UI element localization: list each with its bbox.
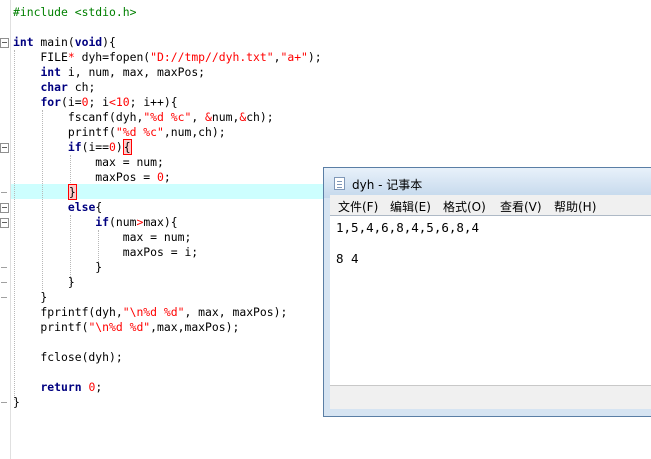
notepad-line-2: 8 4 xyxy=(336,251,359,266)
code-line-4: FILE* dyh=fopen("D://tmp//dyh.txt","a+")… xyxy=(13,50,322,64)
code-line-17: maxPos = i; xyxy=(13,245,199,259)
fold-minus-icon[interactable] xyxy=(0,38,9,48)
code-line-18: } xyxy=(13,260,103,274)
code-line-6: char ch; xyxy=(40,80,96,94)
fold-end-mark xyxy=(1,282,7,283)
code-line-7: for(i=0; i<10; i++){ xyxy=(40,95,178,109)
code-line-14: else{ xyxy=(67,200,103,214)
code-line-24: fclose(dyh); xyxy=(13,350,123,364)
fold-end-mark xyxy=(1,402,7,403)
menu-format[interactable]: 格式(O) xyxy=(443,198,486,215)
menu-help[interactable]: 帮助(H) xyxy=(554,198,596,215)
notepad-icon xyxy=(334,177,345,190)
code-line-20: } xyxy=(13,290,48,304)
code-line-5: int i, num, max, maxPos; xyxy=(40,65,206,79)
code-line-22: printf("\n%d %d",max,maxPos); xyxy=(13,320,240,334)
fold-minus-icon[interactable] xyxy=(0,203,9,213)
code-line-16: max = num; xyxy=(13,230,192,244)
fold-end-mark xyxy=(1,297,7,298)
code-line-26: return 0; xyxy=(40,380,103,394)
code-line-11: max = num; xyxy=(13,155,164,169)
notepad-text-area[interactable]: 1,5,4,6,8,4,5,6,8,4 8 4 xyxy=(330,215,651,386)
notepad-titlebar[interactable]: dyh - 记事本 xyxy=(324,168,651,198)
menu-edit[interactable]: 编辑(E) xyxy=(390,198,431,215)
fold-minus-icon[interactable] xyxy=(0,143,9,153)
code-line-9: printf("%d %c",num,ch); xyxy=(13,125,226,139)
code-line-3: int main(void){ xyxy=(13,35,116,49)
code-line-27: } xyxy=(13,395,20,409)
code-line-19: } xyxy=(13,275,75,289)
code-line-12: maxPos = 0; xyxy=(13,170,171,184)
code-line-15: if(num>max){ xyxy=(95,215,178,229)
fold-end-mark xyxy=(1,267,7,268)
notepad-bottom-bar xyxy=(330,385,651,409)
code-line-10: if(i==0){ xyxy=(67,139,132,155)
fold-end-mark xyxy=(1,192,7,193)
code-line-8: fscanf(dyh,"%d %c", &num,&ch); xyxy=(13,110,274,124)
fold-minus-icon[interactable] xyxy=(0,218,9,228)
fold-gutter[interactable] xyxy=(0,0,10,459)
notepad-menubar: 文件(F) 编辑(E) 格式(O) 查看(V) 帮助(H) xyxy=(330,195,651,215)
menu-file[interactable]: 文件(F) xyxy=(338,198,378,215)
notepad-line-1: 1,5,4,6,8,4,5,6,8,4 xyxy=(336,220,479,235)
notepad-title: dyh - 记事本 xyxy=(352,178,423,192)
code-line-21: fprintf(dyh,"\n%d %d", max, maxPos); xyxy=(13,305,288,319)
notepad-window[interactable]: dyh - 记事本 文件(F) 编辑(E) 格式(O) 查看(V) 帮助(H) … xyxy=(323,167,651,417)
code-line-1: #include <stdio.h> xyxy=(13,5,137,19)
gutter-divider xyxy=(10,0,11,459)
code-line-13: } xyxy=(67,184,77,200)
menu-view[interactable]: 查看(V) xyxy=(500,198,542,215)
